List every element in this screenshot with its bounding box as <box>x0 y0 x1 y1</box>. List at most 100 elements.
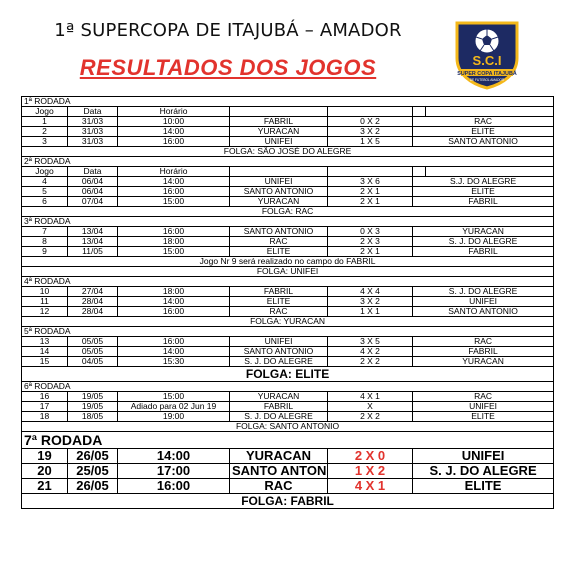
game-date: 26/05 <box>67 448 118 464</box>
folga-row: FOLGA: SANTO ANTONIO <box>20 421 555 432</box>
score: 3 X 2 <box>327 126 413 137</box>
home-team: UNIFEI <box>229 136 328 147</box>
game-date: 26/05 <box>67 478 118 494</box>
home-team: ELITE <box>229 246 328 257</box>
col-horario: Horário <box>117 166 230 177</box>
round-title: 6ª RODADA <box>20 381 555 392</box>
note-text: Jogo Nr 9 será realizado no campo do FAB… <box>20 256 555 267</box>
score: 4 X 1 <box>327 391 413 402</box>
logo-small: DE FUTEBOL AMADOR <box>470 78 505 82</box>
game-number: 3 <box>21 136 68 147</box>
round-title: 1ª RODADA <box>20 96 555 107</box>
game-date: 31/03 <box>67 136 118 147</box>
game-number: 5 <box>21 186 68 197</box>
score: 2 X 1 <box>327 186 413 197</box>
home-team: SANTO ANTONIO <box>229 346 328 357</box>
away-team: RAC <box>411 116 555 127</box>
game-time: 14:00 <box>117 176 230 187</box>
score: 2 X 1 <box>327 246 413 257</box>
round-title: 7ª RODADA <box>20 431 555 449</box>
round-header: 7ª RODADA <box>20 431 555 449</box>
logo-ribbon: SUPER COPA ITAJUBÁ <box>457 70 517 77</box>
game-time: 15:00 <box>117 391 230 402</box>
round-title: 3ª RODADA <box>20 216 555 227</box>
home-team: FABRIL <box>229 401 328 412</box>
home-team: RAC <box>229 236 328 247</box>
round-header: 5ª RODADA <box>20 326 555 337</box>
round-header: 1ª RODADA <box>20 96 555 107</box>
folga-text: FOLGA: UNIFEI <box>20 266 555 277</box>
home-team: SANTO ANTONIO <box>229 226 328 237</box>
round-header: 4ª RODADA <box>20 276 555 287</box>
folga-row: FOLGA: YURACAN <box>20 316 555 327</box>
game-date: 05/05 <box>67 346 118 357</box>
note-row: Jogo Nr 9 será realizado no campo do FAB… <box>20 256 555 267</box>
away-team: YURACAN <box>411 226 555 237</box>
game-date: 05/05 <box>67 336 118 347</box>
game-time: 17:00 <box>117 463 230 479</box>
game-row: 2 31/03 14:00 YURACAN 3 X 2 ELITE <box>21 126 555 137</box>
game-date: 27/04 <box>67 286 118 297</box>
game-time: 14:00 <box>117 448 230 464</box>
game-number: 2 <box>21 126 68 137</box>
home-team: SANTO ANTONIO <box>229 186 328 197</box>
sci-logo: S.C.I SUPER COPA ITAJUBÁ DE FUTEBOL AMAD… <box>455 21 519 90</box>
home-team: YURACAN <box>229 391 328 402</box>
home-team: ELITE <box>229 296 328 307</box>
folga-row: FOLGA: SÃO JOSÉ DO ALEGRE <box>20 146 555 157</box>
game-time: 18:00 <box>117 286 230 297</box>
game-number: 19 <box>21 448 68 464</box>
score: 3 X 2 <box>327 296 413 307</box>
game-row: 10 27/04 18:00 FABRIL 4 X 4 S. J. DO ALE… <box>21 286 555 297</box>
game-number: 4 <box>21 176 68 187</box>
score: 1 X 1 <box>327 306 413 317</box>
game-date: 04/05 <box>67 356 118 367</box>
round-title: 2ª RODADA <box>20 156 555 167</box>
home-team: RAC <box>229 306 328 317</box>
game-number: 16 <box>21 391 68 402</box>
game-time: 16:00 <box>117 226 230 237</box>
score: 2 X 1 <box>327 196 413 207</box>
col-horario: Horário <box>117 106 230 117</box>
away-team: SANTO ANTONIO <box>411 306 555 317</box>
away-team: ELITE <box>411 186 555 197</box>
away-team: FABRIL <box>411 246 555 257</box>
game-number: 12 <box>21 306 68 317</box>
game-time: 10:00 <box>117 116 230 127</box>
score: 1 X 2 <box>327 463 413 479</box>
home-team: FABRIL <box>229 286 328 297</box>
game-row: 11 28/04 14:00 ELITE 3 X 2 UNIFEI <box>21 296 555 307</box>
game-row: 21 26/05 16:00 RAC 4 X 1 ELITE <box>21 478 555 494</box>
folga-text: FOLGA: ELITE <box>20 366 555 382</box>
game-number: 15 <box>21 356 68 367</box>
away-team: S.J. DO ALEGRE <box>411 176 555 187</box>
round-header: 6ª RODADA <box>20 381 555 392</box>
game-row: 1 31/03 10:00 FABRIL 0 X 2 RAC <box>21 116 555 127</box>
game-date: 19/05 <box>67 401 118 412</box>
game-row: 3 31/03 16:00 UNIFEI 1 X 5 SANTO ANTONIO <box>21 136 555 147</box>
folga-row: FOLGA: FABRIL <box>20 493 555 509</box>
away-team: RAC <box>411 336 555 347</box>
folga-text: FOLGA: YURACAN <box>20 316 555 327</box>
game-time: 16:00 <box>117 306 230 317</box>
game-row: 9 11/05 15:00 ELITE 2 X 1 FABRIL <box>21 246 555 257</box>
col-data: Data <box>67 166 118 177</box>
game-time: 14:00 <box>117 296 230 307</box>
game-row: 18 18/05 19:00 S. J. DO ALEGRE 2 X 2 ELI… <box>21 411 555 422</box>
game-time: 16:00 <box>117 336 230 347</box>
game-row: 17 19/05 Adiado para 02 Jun 19 FABRIL X … <box>21 401 555 412</box>
score: 3 X 6 <box>327 176 413 187</box>
col-jogo: Jogo <box>21 166 68 177</box>
score: 0 X 2 <box>327 116 413 127</box>
score: 2 X 0 <box>327 448 413 464</box>
game-date: 31/03 <box>67 116 118 127</box>
game-number: 9 <box>21 246 68 257</box>
game-date: 31/03 <box>67 126 118 137</box>
away-team: SANTO ANTONIO <box>411 136 555 147</box>
score: 2 X 2 <box>327 356 413 367</box>
round-title: 4ª RODADA <box>20 276 555 287</box>
game-row: 13 05/05 16:00 UNIFEI 3 X 5 RAC <box>21 336 555 347</box>
game-date: 13/04 <box>67 226 118 237</box>
away-team: FABRIL <box>411 196 555 207</box>
away-team: UNIFEI <box>411 448 555 464</box>
